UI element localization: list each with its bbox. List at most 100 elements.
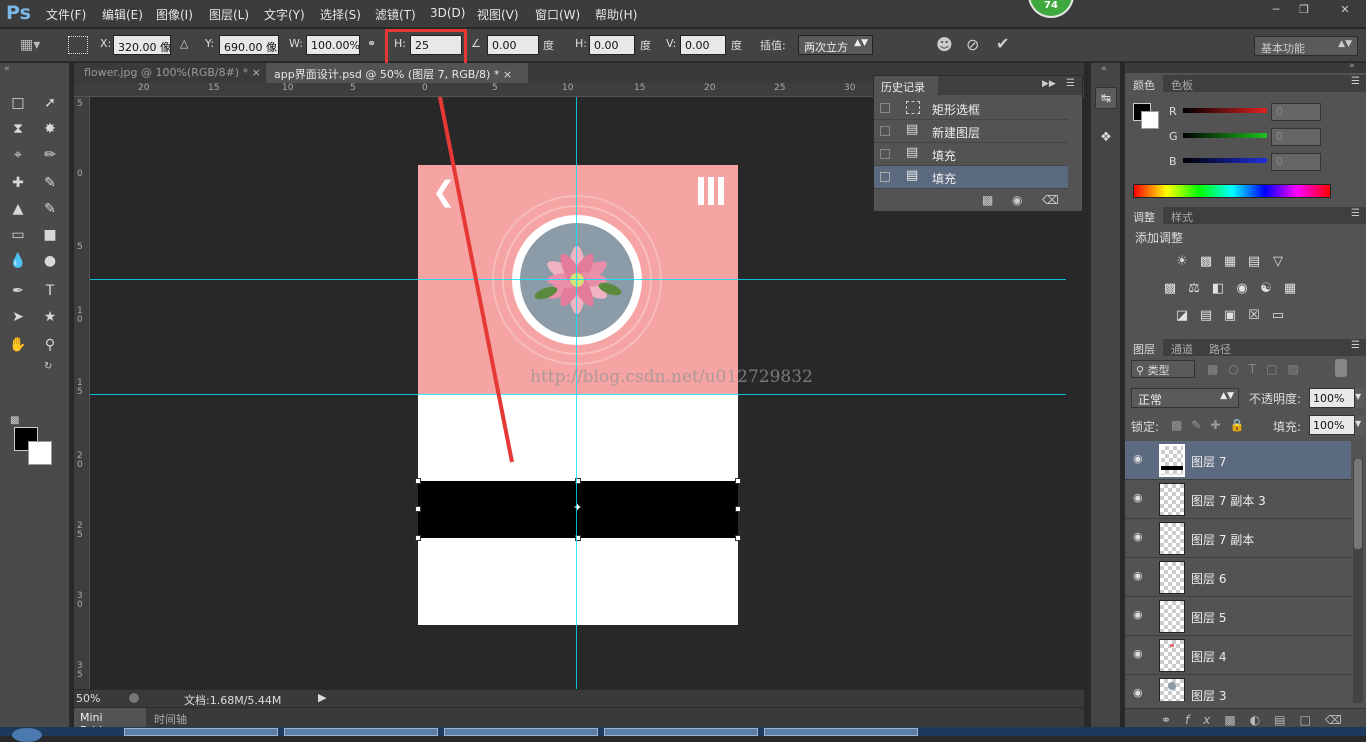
invert-icon[interactable]: ◪: [1173, 308, 1191, 324]
dodge-tool-icon[interactable]: ●: [40, 251, 60, 271]
menu-filter[interactable]: 滤镜(T): [375, 6, 416, 23]
healing-brush-icon[interactable]: ✚: [8, 173, 28, 193]
panel-menu-icon[interactable]: ☰: [1351, 340, 1360, 351]
layer-row-selected[interactable]: ◉ 图层 7: [1125, 441, 1351, 480]
camera-icon[interactable]: ◉: [1012, 193, 1022, 207]
layer-filter-icons[interactable]: ▩○T□▨: [1207, 362, 1309, 376]
eye-icon[interactable]: ◉: [1133, 452, 1143, 465]
collapse-arrows-icon[interactable]: »: [1349, 61, 1355, 71]
angle-field[interactable]: 0.00: [487, 35, 539, 55]
history-checkbox[interactable]: [880, 172, 890, 182]
tab-color[interactable]: 颜色: [1125, 75, 1163, 92]
history-checkbox[interactable]: [880, 103, 890, 113]
transform-tool-icon[interactable]: ▦▾: [20, 37, 40, 53]
panel-menu-icon[interactable]: ☰: [1351, 76, 1360, 87]
lock-icons[interactable]: ▩✎✚🔒: [1171, 418, 1253, 432]
panel-collapse-icon[interactable]: ▶▶: [1042, 79, 1056, 89]
eye-icon[interactable]: ◉: [1133, 686, 1143, 699]
tab-paths[interactable]: 路径: [1209, 341, 1231, 357]
panel-menu-icon[interactable]: ☰: [1351, 208, 1360, 219]
channel-r-field[interactable]: 0: [1271, 103, 1321, 121]
layer-row[interactable]: ◉ 图层 7 副本 3: [1125, 480, 1351, 519]
filter-toggle[interactable]: [1335, 359, 1347, 377]
tab-adjustments[interactable]: 调整: [1125, 207, 1163, 224]
delta-icon[interactable]: △: [180, 37, 188, 50]
layer-row[interactable]: ◉ 图层 3: [1125, 675, 1351, 701]
reference-point-icon[interactable]: [68, 36, 88, 54]
menu-edit[interactable]: 编辑(E): [102, 6, 143, 23]
close-button[interactable]: ✕: [1328, 3, 1362, 19]
eye-icon[interactable]: ◉: [1133, 608, 1143, 621]
vskew-field[interactable]: 0.00: [680, 35, 726, 55]
minimize-button[interactable]: ─: [1264, 3, 1288, 19]
selective-color-icon[interactable]: ☒: [1245, 308, 1263, 324]
type-tool-icon[interactable]: T: [40, 281, 60, 301]
eye-icon[interactable]: ◉: [1133, 569, 1143, 582]
blur-tool-icon[interactable]: 💧: [8, 251, 28, 271]
status-icon[interactable]: [128, 692, 140, 704]
warp-icon[interactable]: ☻: [936, 35, 953, 54]
zoom-level[interactable]: 50%: [76, 692, 100, 705]
commit-transform-icon[interactable]: ✔: [996, 34, 1009, 53]
menu-select[interactable]: 选择(S): [320, 6, 361, 23]
history-brush-icon[interactable]: ✎: [40, 199, 60, 219]
interp-select[interactable]: 两次立方 ▲▼: [798, 35, 873, 55]
color-balance-icon[interactable]: ⚖: [1185, 281, 1203, 297]
history-item-selected[interactable]: ▤ 填充: [874, 166, 1068, 189]
fill-dropdown-icon[interactable]: ▼: [1355, 415, 1365, 435]
tab-flower[interactable]: flower.jpg @ 100%(RGB/8#) * ×: [76, 63, 266, 83]
history-checkbox[interactable]: [880, 126, 890, 136]
pen-tool-icon[interactable]: ✒: [8, 281, 28, 301]
y-field[interactable]: 690.00 像: [219, 35, 279, 55]
history-panel-icon[interactable]: ↹: [1095, 87, 1117, 109]
zoom-tool-icon[interactable]: ⚲: [40, 335, 60, 355]
panel-menu-icon[interactable]: ☰: [1066, 78, 1075, 89]
new-document-from-state-icon[interactable]: ▩: [982, 193, 993, 207]
layer-row[interactable]: ◉ 图层 7 副本: [1125, 519, 1351, 558]
taskbar-item[interactable]: [764, 728, 918, 736]
trash-icon[interactable]: ⌫: [1042, 193, 1059, 207]
eyedropper-icon[interactable]: ✏: [40, 145, 60, 165]
w-field[interactable]: 100.00%: [306, 35, 360, 55]
move-tool-icon[interactable]: ➚: [40, 93, 60, 113]
channel-mixer-icon[interactable]: ☯: [1257, 281, 1275, 297]
photo-filter-icon[interactable]: ◉: [1233, 281, 1251, 297]
shape-tool-icon[interactable]: ★: [40, 307, 60, 327]
path-select-icon[interactable]: ➤: [8, 307, 28, 327]
gradient-tool-icon[interactable]: ■: [40, 225, 60, 245]
fill-field[interactable]: 100%: [1309, 415, 1355, 435]
layer-row[interactable]: ◉ 图层 4: [1125, 636, 1351, 675]
tab-swatches[interactable]: 色板: [1171, 77, 1193, 93]
channel-g-slider[interactable]: [1183, 133, 1267, 138]
menu-help[interactable]: 帮助(H): [595, 6, 637, 23]
menu-view[interactable]: 视图(V): [477, 6, 519, 23]
lasso-tool-icon[interactable]: ⧗: [8, 119, 28, 139]
tab-timeline[interactable]: 时间轴: [154, 711, 187, 727]
properties-panel-icon[interactable]: ❖: [1095, 127, 1117, 149]
eye-icon[interactable]: ◉: [1133, 647, 1143, 660]
curves-icon[interactable]: ▦: [1221, 254, 1239, 270]
channel-b-field[interactable]: 0: [1271, 153, 1321, 171]
tab-mini-bridge[interactable]: Mini Bridge: [74, 708, 146, 737]
collapse-arrows-icon[interactable]: «: [1101, 64, 1107, 74]
close-icon[interactable]: ×: [503, 68, 512, 81]
x-field[interactable]: 320.00 像: [113, 35, 171, 55]
taskbar-item[interactable]: [604, 728, 758, 736]
crop-tool-icon[interactable]: ⌖: [8, 145, 28, 165]
history-item[interactable]: 矩形选框: [874, 97, 1068, 120]
opacity-dropdown-icon[interactable]: ▼: [1355, 388, 1365, 408]
status-menu-arrow-icon[interactable]: ▶: [318, 691, 326, 704]
layer-row[interactable]: ◉ 图层 6: [1125, 558, 1351, 597]
eye-icon[interactable]: ◉: [1133, 530, 1143, 543]
update-badge[interactable]: 74: [1028, 0, 1074, 18]
color-lookup-icon[interactable]: ▦: [1281, 281, 1299, 297]
black-white-icon[interactable]: ◧: [1209, 281, 1227, 297]
tab-app-design[interactable]: app界面设计.psd @ 50% (图层 7, RGB/8) * ×: [266, 63, 528, 83]
hand-tool-icon[interactable]: ✋: [8, 335, 28, 355]
opacity-field[interactable]: 100%: [1309, 388, 1355, 408]
history-checkbox[interactable]: [880, 149, 890, 159]
link-icon[interactable]: ⚭: [367, 37, 376, 50]
menu-window[interactable]: 窗口(W): [535, 6, 580, 23]
blend-mode-select[interactable]: 正常 ▲▼: [1131, 388, 1239, 408]
posterize-icon[interactable]: ▤: [1197, 308, 1215, 324]
